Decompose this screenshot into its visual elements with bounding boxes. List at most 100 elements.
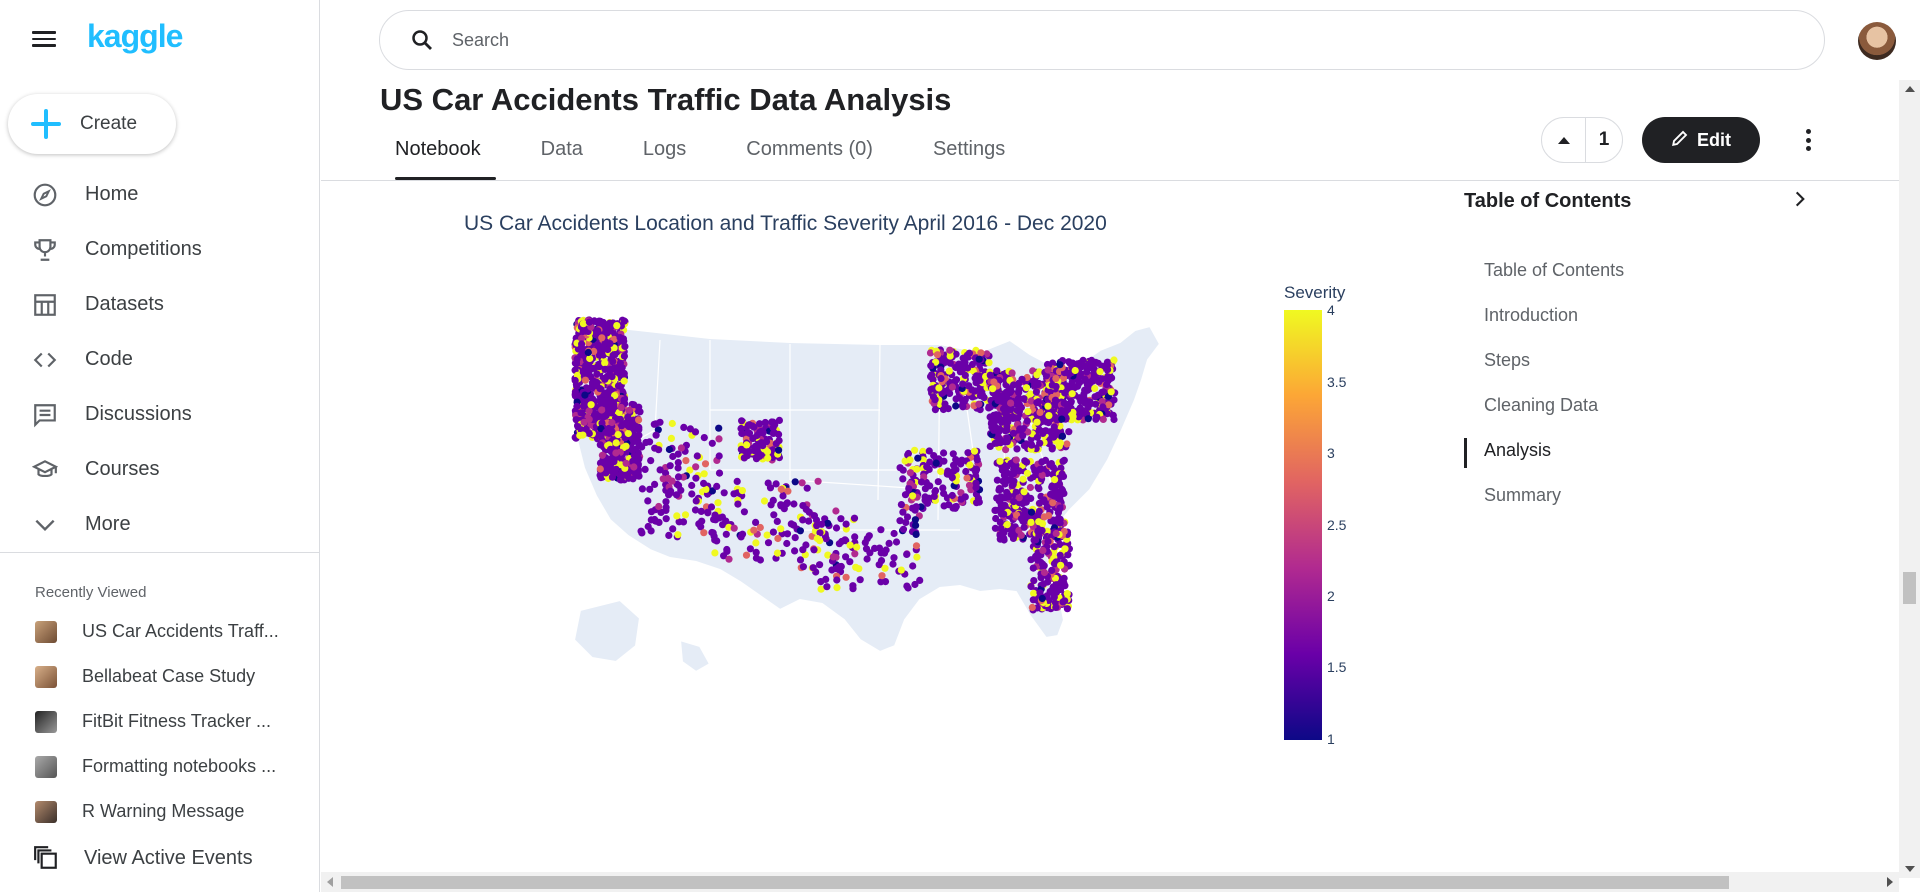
sidebar-item-code[interactable]: Code — [0, 332, 319, 387]
accident-point — [972, 483, 980, 491]
accident-point — [1005, 385, 1013, 393]
toc-item[interactable]: Steps — [1464, 338, 1624, 383]
chevron-right-icon[interactable] — [1790, 189, 1810, 209]
accident-point — [1056, 504, 1064, 512]
accident-point — [902, 518, 910, 527]
accident-point — [1035, 499, 1044, 507]
accident-point — [606, 340, 614, 348]
recent-item[interactable]: US Car Accidents Traff... — [0, 609, 319, 654]
create-button[interactable]: Create — [8, 94, 176, 154]
accident-point — [791, 534, 799, 542]
sidebar-item-more[interactable]: More — [0, 497, 319, 552]
accident-point — [909, 492, 917, 500]
accident-point — [612, 465, 620, 473]
view-active-events-button[interactable]: View Active Events — [0, 836, 319, 880]
recent-item[interactable]: R Warning Message — [0, 789, 319, 834]
accident-point — [813, 522, 821, 530]
toc-item[interactable]: Introduction — [1464, 293, 1624, 338]
toc-item-active[interactable]: Analysis — [1464, 428, 1624, 473]
scrollbar-thumb[interactable] — [1903, 572, 1916, 604]
accident-point — [940, 449, 948, 457]
more-options-icon[interactable] — [1800, 126, 1816, 154]
accident-point — [632, 437, 640, 445]
accident-point — [651, 480, 659, 488]
us-accident-map[interactable] — [560, 300, 1210, 720]
page-title: US Car Accidents Traffic Data Analysis — [380, 82, 952, 117]
sidebar-item-discussions[interactable]: Discussions — [0, 387, 319, 442]
accident-point — [906, 469, 914, 477]
user-avatar[interactable] — [1858, 22, 1896, 60]
accident-point — [608, 373, 616, 381]
accident-point — [1008, 369, 1016, 377]
accident-point — [573, 355, 581, 363]
tab-comments[interactable]: Comments (0) — [731, 136, 888, 180]
accident-point — [624, 429, 632, 438]
accident-point — [853, 543, 861, 551]
recent-item[interactable]: FitBit Fitness Tracker ... — [0, 699, 319, 744]
recent-item[interactable]: Bellabeat Case Study — [0, 654, 319, 699]
accident-point — [896, 464, 904, 472]
tab-data[interactable]: Data — [526, 136, 598, 180]
sidebar-item-label: Home — [85, 183, 139, 205]
accident-point — [837, 515, 845, 523]
accident-point — [837, 562, 845, 571]
accident-point — [799, 546, 807, 554]
kaggle-logo[interactable]: kaggle — [87, 18, 183, 55]
scroll-left-icon[interactable] — [327, 877, 333, 887]
accident-point — [743, 441, 751, 449]
accident-point — [952, 376, 961, 384]
horizontal-scrollbar[interactable] — [321, 872, 1899, 892]
accident-point — [594, 327, 602, 335]
accident-point — [656, 466, 664, 474]
chevron-down-icon — [31, 511, 59, 539]
avatar — [35, 665, 57, 688]
tab-notebook[interactable]: Notebook — [380, 136, 496, 180]
scrollbar-thumb[interactable] — [341, 876, 1729, 889]
accident-point — [1091, 384, 1099, 393]
scroll-right-icon[interactable] — [1887, 877, 1893, 887]
scroll-down-icon[interactable] — [1905, 866, 1915, 872]
search-input[interactable] — [452, 29, 1652, 51]
toc-item[interactable]: Summary — [1464, 473, 1624, 518]
accident-point — [573, 402, 581, 410]
tab-settings[interactable]: Settings — [918, 136, 1020, 180]
accident-point — [1026, 483, 1034, 492]
accident-point — [1035, 518, 1043, 526]
recent-item[interactable]: Formatting notebooks ... — [0, 744, 319, 789]
accident-point — [614, 431, 622, 439]
accident-point — [713, 482, 721, 490]
sidebar-item-courses[interactable]: Courses — [0, 442, 319, 497]
accident-point — [578, 340, 586, 348]
accident-point — [1089, 377, 1097, 385]
sidebar-item-home[interactable]: Home — [0, 167, 319, 222]
search-bar[interactable] — [379, 10, 1825, 70]
sidebar-item-label: Datasets — [85, 293, 164, 315]
upvote-button[interactable] — [1542, 118, 1586, 162]
accident-point — [651, 444, 659, 452]
menu-icon[interactable] — [32, 31, 56, 49]
accident-point — [692, 463, 700, 471]
sidebar-item-datasets[interactable]: Datasets — [0, 277, 319, 332]
toc-item[interactable]: Cleaning Data — [1464, 383, 1624, 428]
vertical-scrollbar[interactable] — [1899, 80, 1920, 878]
toc-title: Table of Contents — [1464, 190, 1632, 212]
accident-point — [744, 422, 752, 430]
accident-point — [695, 520, 703, 528]
accident-point — [682, 457, 690, 465]
scroll-up-icon[interactable] — [1905, 86, 1915, 92]
accident-point — [927, 373, 935, 381]
accident-point — [1048, 445, 1056, 453]
toc-item[interactable]: Table of Contents — [1464, 248, 1624, 293]
tab-logs[interactable]: Logs — [628, 136, 701, 180]
accident-point — [1058, 470, 1066, 478]
edit-button[interactable]: Edit — [1642, 117, 1760, 163]
accident-point — [777, 485, 785, 493]
sidebar-item-competitions[interactable]: Competitions — [0, 222, 319, 277]
accident-point — [863, 535, 871, 543]
accident-point — [991, 524, 999, 532]
accident-point — [753, 431, 761, 440]
accident-point — [899, 508, 907, 516]
accident-point — [1052, 529, 1060, 538]
accident-point — [596, 465, 604, 473]
hawaii-shape — [678, 638, 712, 674]
